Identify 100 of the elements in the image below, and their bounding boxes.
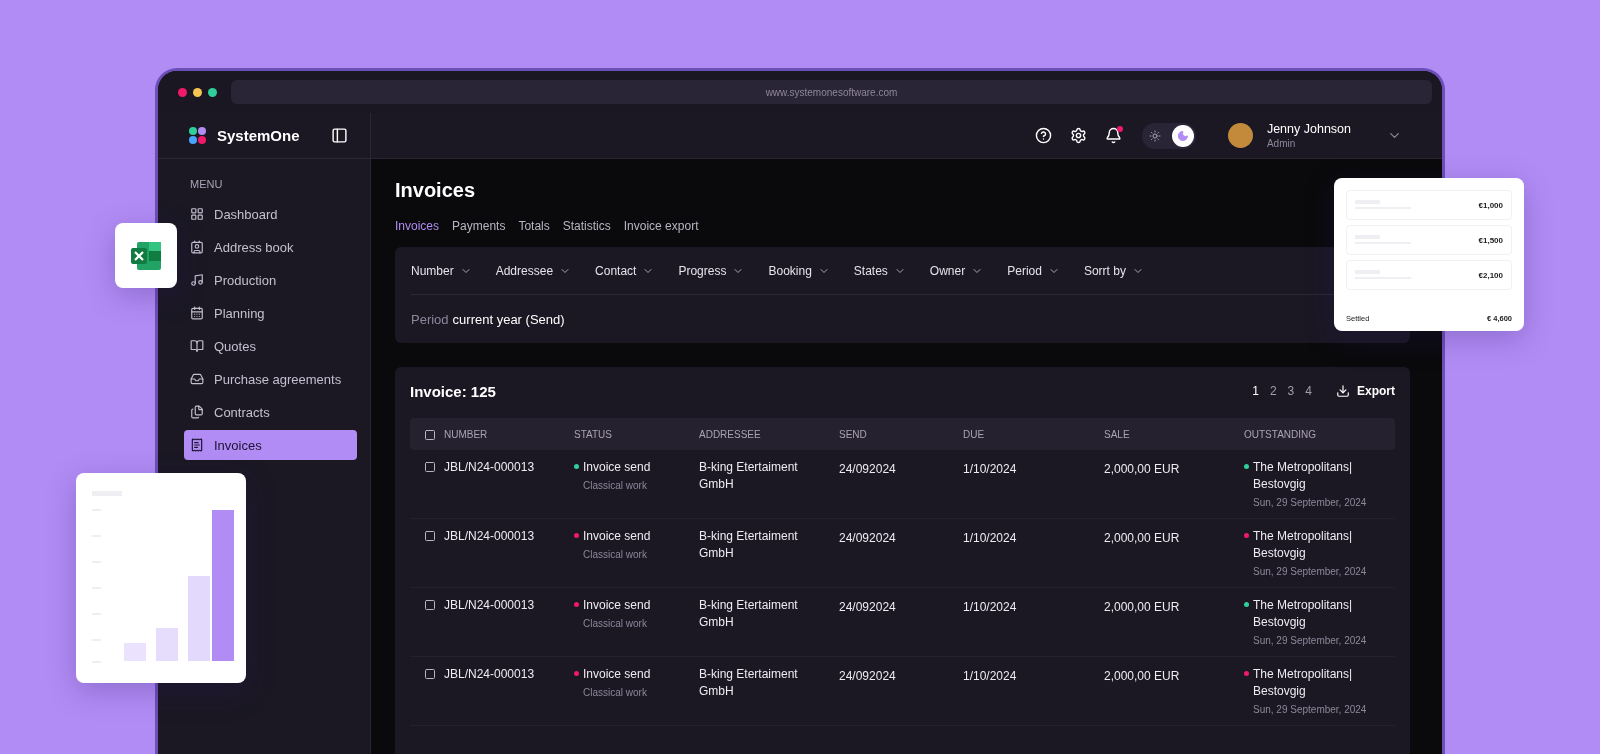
outstanding-name: The Metropolitans| Bestovgig [1253,597,1354,631]
status-text: Invoice send [583,666,651,683]
column-header: STATUS [574,428,613,440]
tab[interactable]: Statistics [562,219,611,233]
column-header: ADDRESSEE [699,428,762,440]
contact-card-icon [190,240,204,254]
export-button[interactable]: Export [1336,384,1395,398]
filter-dropdown[interactable]: Progress [678,263,745,278]
column-header: SEND [839,428,868,440]
column-header: SALE [1104,428,1131,440]
table-cell-text: B-king Etertaiment GmbH [699,528,799,562]
filter-label: Period [411,311,449,327]
filter-dropdown[interactable]: Period [1007,263,1060,278]
status-text: Invoice send [583,597,651,614]
page-title: Invoices [395,179,477,202]
filter-dropdown[interactable]: Sorrt by [1083,263,1144,278]
table-cell: JBL/N24-000013 [444,666,535,683]
sidebar-item[interactable]: Invoices [184,430,357,460]
table-cell-text: B-king Etertaiment GmbH [699,459,799,493]
table-cell: JBL/N24-000013 [444,528,535,545]
status-note: Classical work [583,687,648,698]
tab[interactable]: Invoice export [623,219,699,233]
status-note: Classical work [583,480,648,491]
checkbox[interactable] [424,429,436,441]
column-header: OUTSTANDING [1244,428,1318,440]
status-note: Classical work [583,618,648,629]
column-header: DUE [963,428,986,440]
table-cell: 24/092024 [839,531,896,545]
filter-dropdown[interactable]: Booking [768,263,830,278]
app-name: SystemOne [217,127,301,144]
outstanding-date: Sun, 29 September, 2024 [1253,497,1368,508]
receipt-icon [190,438,204,452]
music-note-icon [190,273,204,287]
table-cell: 1/10/2024 [963,600,1017,614]
outstanding-date: Sun, 29 September, 2024 [1253,635,1368,646]
download-icon [1336,384,1350,398]
user-name: Jenny Johnson [1266,122,1351,136]
table-cell: JBL/N24-000013 [444,459,535,476]
sidebar-item[interactable]: Production [184,265,357,295]
status-text: Invoice send [583,528,651,545]
status-note: Classical work [583,549,648,560]
sidebar-item[interactable]: Planning [184,298,357,328]
status-text: Invoice send [583,459,651,476]
checkbox[interactable] [424,530,436,542]
filter-dropdown[interactable]: Addressee [495,263,572,278]
outstanding-date: Sun, 29 September, 2024 [1253,704,1368,715]
bar [124,643,146,661]
sidebar-item[interactable]: Purchase agreements [184,364,357,394]
table-cell: 24/092024 [839,600,896,614]
page-link[interactable]: 1 [1252,384,1259,398]
filter-value: current year (Send) [452,311,565,327]
user-role: Admin [1266,138,1297,149]
moon-icon [1176,129,1189,142]
grid-icon [190,207,204,221]
tab[interactable]: Totals [518,219,550,233]
logo-icon [188,125,208,146]
table-cell: 24/092024 [839,669,896,683]
table-title: Invoice: 125 [410,382,497,400]
table-cell: 2,000,00 EUR [1104,669,1180,683]
tab[interactable]: Payments [452,219,506,233]
checkbox[interactable] [424,668,436,680]
filter-dropdown[interactable]: Contact [595,263,655,278]
spreadsheet-app-icon [129,239,163,272]
theme-toggle[interactable] [1141,122,1196,149]
address-bar[interactable]: www.systemonesoftware.com [231,80,1432,104]
table-cell: 2,000,00 EUR [1104,531,1180,545]
filter-dropdown[interactable]: Owner [929,263,984,278]
outstanding-name: The Metropolitans| Bestovgig [1253,528,1354,562]
sidebar-item[interactable]: Contracts [184,397,357,427]
open-book-icon [190,339,204,353]
table-cell-text: B-king Etertaiment GmbH [699,597,799,631]
checkbox[interactable] [424,599,436,611]
page-link[interactable]: 4 [1305,384,1312,398]
payment-amount: €1,000 [1478,200,1503,210]
sidebar-item[interactable]: Dashboard [184,199,357,229]
checkbox[interactable] [424,461,436,473]
avatar [1227,123,1253,148]
table-cell: 1/10/2024 [963,669,1017,683]
outstanding-name: The Metropolitans| Bestovgig [1253,666,1354,700]
column-header: NUMBER [444,428,488,440]
sidebar-item[interactable]: Address book [184,232,357,262]
table-cell: 2,000,00 EUR [1104,600,1180,614]
sidebar-item[interactable]: Quotes [184,331,357,361]
page-link[interactable]: 2 [1269,384,1277,398]
table-cell-text: B-king Etertaiment GmbH [699,666,799,700]
sidebar-toggle-icon[interactable] [329,125,350,146]
filter-dropdown[interactable]: States [853,263,906,278]
menu-heading: MENU [189,177,224,192]
window-controls-icon [178,87,217,97]
table-cell: JBL/N24-000013 [444,597,535,614]
files-icon [190,405,204,419]
tab[interactable]: Invoices [395,219,440,233]
inbox-icon [190,372,204,386]
sun-icon [1148,129,1161,142]
table-cell: 1/10/2024 [963,462,1017,476]
table-cell: 24/092024 [839,462,896,476]
filter-dropdown[interactable]: Number [411,263,472,278]
outstanding-date: Sun, 29 September, 2024 [1253,566,1368,577]
page-link[interactable]: 3 [1287,384,1295,398]
payment-amount: €2,100 [1478,270,1503,280]
